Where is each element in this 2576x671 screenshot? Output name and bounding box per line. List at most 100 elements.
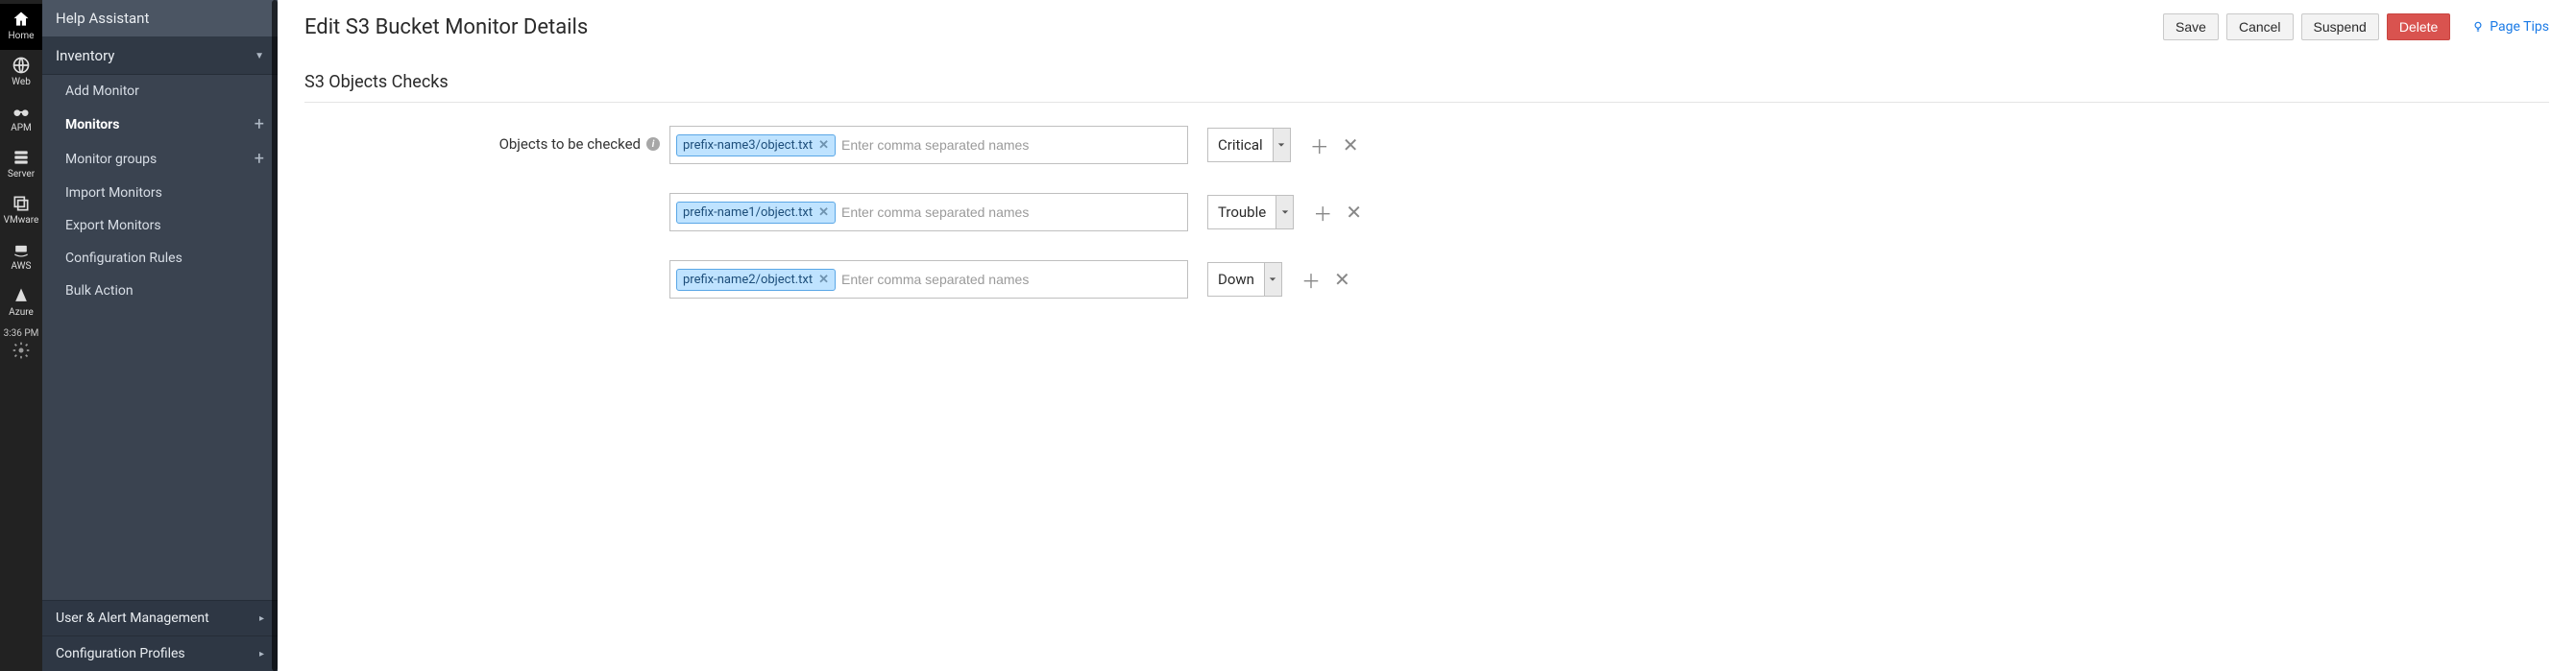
sidebar-help-assistant[interactable]: Help Assistant (42, 0, 278, 37)
objects-tag-input[interactable]: prefix-name1/object.txt ✕ (669, 193, 1188, 231)
tag-remove-icon[interactable]: ✕ (818, 205, 829, 220)
azure-icon (12, 286, 31, 305)
field-label-text: Objects to be checked (499, 135, 641, 153)
row-actions: ＋ ✕ (1310, 132, 1359, 159)
stack-icon (12, 194, 31, 213)
objects-input[interactable] (841, 272, 1181, 287)
lightbulb-icon (2471, 20, 2485, 34)
sidebar-item-label: Bulk Action (65, 283, 134, 299)
page-title: Edit S3 Bucket Monitor Details (304, 15, 588, 39)
chevron-down-icon[interactable] (1264, 263, 1281, 296)
sidebar-item-label: Add Monitor (65, 84, 139, 99)
main: Edit S3 Bucket Monitor Details Save Canc… (278, 0, 2576, 671)
info-icon[interactable]: i (646, 137, 660, 151)
sidebar-item-monitor-groups[interactable]: Monitor groups + (42, 142, 278, 177)
severity-select[interactable]: Trouble (1207, 195, 1294, 229)
sidebar-section-label: Inventory (56, 47, 114, 64)
sidebar-item-export-monitors[interactable]: Export Monitors (42, 209, 278, 242)
sidebar-item-bulk-action[interactable]: Bulk Action (42, 275, 278, 307)
sidebar-item-label: Export Monitors (65, 218, 161, 233)
objects-input[interactable] (841, 204, 1181, 220)
tag-remove-icon[interactable]: ✕ (818, 273, 829, 287)
sidebar-item-monitors[interactable]: Monitors + (42, 108, 278, 142)
page-header: Edit S3 Bucket Monitor Details Save Canc… (278, 0, 2576, 53)
gear-icon (12, 341, 31, 360)
chevron-right-icon: ▸ (259, 649, 264, 659)
objects-tag-input[interactable]: prefix-name2/object.txt ✕ (669, 260, 1188, 299)
add-row-icon[interactable]: ＋ (1310, 132, 1329, 159)
sidebar-item-label: Monitor groups (65, 152, 157, 167)
rail-vmware-label: VMware (0, 215, 42, 227)
rail-time: 3:36 PM (4, 328, 39, 339)
check-row: prefix-name2/object.txt ✕ Down ＋ ✕ (669, 260, 2549, 299)
server-icon (12, 148, 31, 167)
remove-row-icon[interactable]: ✕ (1343, 133, 1359, 156)
header-actions: Save Cancel Suspend Delete Page Tips (2163, 13, 2549, 40)
sidebar-footer-label: Configuration Profiles (56, 646, 185, 661)
sidebar-item-add-monitor[interactable]: Add Monitor (42, 75, 278, 108)
rail-aws-label: AWS (0, 261, 42, 273)
rail-settings[interactable] (0, 339, 42, 370)
add-row-icon[interactable]: ＋ (1313, 199, 1332, 227)
add-row-icon[interactable]: ＋ (1301, 266, 1321, 294)
plus-icon[interactable]: + (255, 116, 264, 133)
delete-button[interactable]: Delete (2387, 13, 2450, 40)
rail-home-label: Home (0, 31, 42, 42)
tag-text: prefix-name1/object.txt (683, 205, 813, 220)
sidebar-user-alert-mgmt[interactable]: User & Alert Management ▸ (42, 600, 278, 635)
check-row: prefix-name3/object.txt ✕ Critical ＋ ✕ (669, 126, 2549, 164)
page-tips-link[interactable]: Page Tips (2471, 19, 2549, 35)
row-actions: ＋ ✕ (1301, 266, 1350, 294)
icon-rail: Home Web APM Server VMware AWS Azure 3:3… (0, 0, 42, 671)
globe-icon (12, 56, 31, 75)
rail-apm[interactable]: APM (0, 96, 42, 142)
section-title: S3 Objects Checks (304, 72, 2549, 103)
chevron-down-icon[interactable] (1273, 129, 1290, 161)
rail-aws[interactable]: AWS (0, 234, 42, 280)
chevron-down-icon[interactable] (1276, 196, 1293, 228)
rail-apm-label: APM (0, 123, 42, 134)
rail-web[interactable]: Web (0, 50, 42, 96)
scrollbar[interactable] (272, 0, 278, 671)
rail-azure-label: Azure (0, 307, 42, 319)
aws-icon (12, 240, 31, 259)
check-row: prefix-name1/object.txt ✕ Trouble ＋ ✕ (669, 193, 2549, 231)
plus-icon[interactable]: + (255, 151, 264, 168)
cancel-button[interactable]: Cancel (2226, 13, 2294, 40)
sidebar-help-label: Help Assistant (56, 10, 149, 27)
sidebar-item-label: Configuration Rules (65, 251, 182, 266)
sidebar-config-profiles[interactable]: Configuration Profiles ▸ (42, 635, 278, 671)
field-values: prefix-name3/object.txt ✕ Critical ＋ ✕ (669, 126, 2549, 327)
sidebar-item-config-rules[interactable]: Configuration Rules (42, 242, 278, 275)
sidebar-item-label: Import Monitors (65, 185, 162, 201)
severity-label: Critical (1208, 136, 1273, 154)
rail-vmware[interactable]: VMware (0, 188, 42, 234)
remove-row-icon[interactable]: ✕ (1346, 201, 1362, 224)
tag: prefix-name2/object.txt ✕ (676, 269, 836, 291)
chevron-down-icon: ▼ (255, 51, 264, 61)
save-button[interactable]: Save (2163, 13, 2219, 40)
row-actions: ＋ ✕ (1313, 199, 1362, 227)
sidebar-footer-label: User & Alert Management (56, 611, 209, 626)
sidebar-item-import-monitors[interactable]: Import Monitors (42, 177, 278, 209)
field-label: Objects to be checked i (304, 126, 669, 153)
remove-row-icon[interactable]: ✕ (1334, 268, 1350, 291)
objects-tag-input[interactable]: prefix-name3/object.txt ✕ (669, 126, 1188, 164)
severity-label: Trouble (1208, 204, 1276, 221)
content: S3 Objects Checks Objects to be checked … (278, 53, 2576, 347)
page-tips-label: Page Tips (2490, 19, 2549, 35)
suspend-button[interactable]: Suspend (2301, 13, 2379, 40)
tag-remove-icon[interactable]: ✕ (818, 138, 829, 153)
sidebar: Help Assistant Inventory ▼ Add Monitor M… (42, 0, 278, 671)
rail-server[interactable]: Server (0, 142, 42, 188)
tag-text: prefix-name3/object.txt (683, 138, 813, 153)
rail-home[interactable]: Home (0, 4, 42, 50)
objects-input[interactable] (841, 137, 1181, 153)
chevron-right-icon: ▸ (259, 613, 264, 624)
rail-azure[interactable]: Azure (0, 280, 42, 326)
tag: prefix-name3/object.txt ✕ (676, 134, 836, 156)
rail-server-label: Server (0, 169, 42, 180)
severity-select[interactable]: Critical (1207, 128, 1291, 162)
sidebar-section-inventory[interactable]: Inventory ▼ (42, 37, 278, 75)
severity-select[interactable]: Down (1207, 262, 1282, 297)
